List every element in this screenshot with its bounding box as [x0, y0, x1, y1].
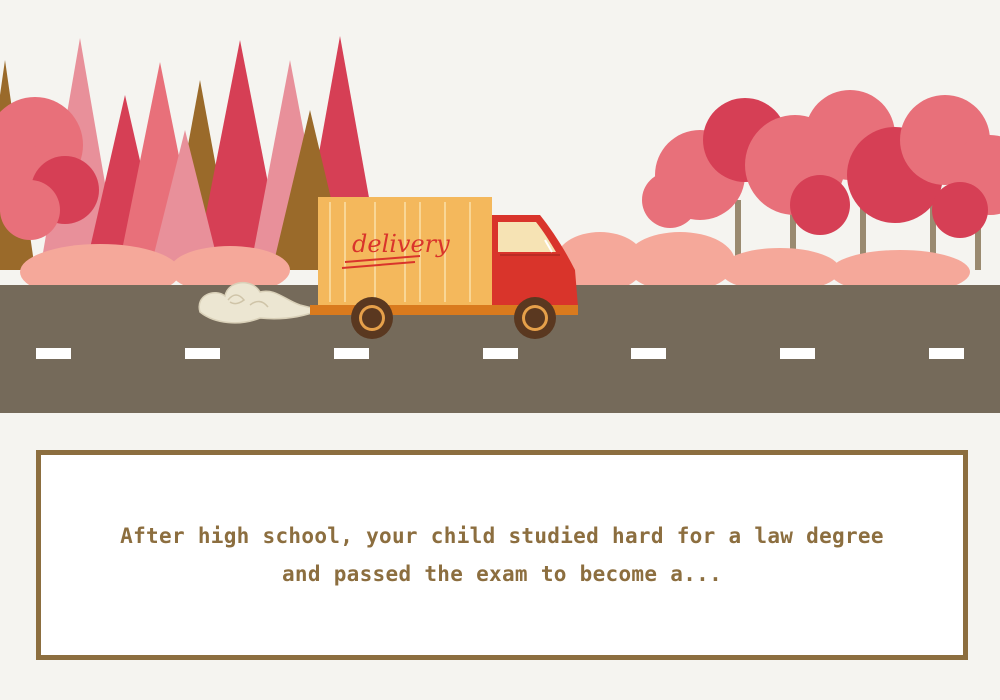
truck-wheel-rear: [351, 297, 393, 339]
story-text: After high school, your child studied ha…: [62, 517, 942, 593]
story-text-line-2: and passed the exam to become a...: [281, 562, 723, 586]
truck-label: delivery: [352, 230, 450, 258]
story-text-line-1: After high school, your child studied ha…: [120, 524, 884, 548]
street-scene: delivery: [0, 0, 1000, 420]
truck-wheel-front: [514, 297, 556, 339]
story-dialog-box: After high school, your child studied ha…: [36, 450, 968, 660]
